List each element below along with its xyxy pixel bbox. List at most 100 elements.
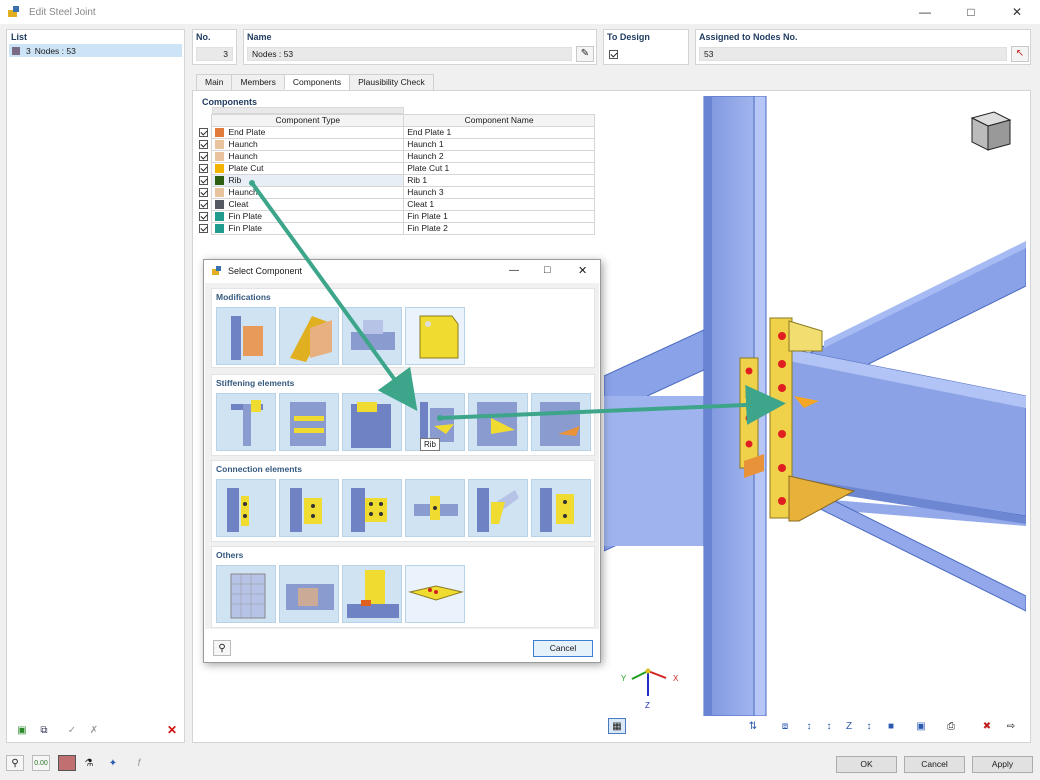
- isometric-view-icon[interactable]: ⧈: [776, 718, 794, 734]
- component-type-cell[interactable]: End Plate: [211, 126, 405, 139]
- tab-components[interactable]: Components: [283, 74, 351, 90]
- base-connection-tile[interactable]: [531, 479, 591, 537]
- bracing-connection-tile[interactable]: [468, 479, 528, 537]
- to-design-checkbox[interactable]: [609, 50, 618, 59]
- tab-members[interactable]: Members: [231, 74, 285, 90]
- haunch-tile[interactable]: [342, 307, 402, 365]
- mesh-tile[interactable]: [216, 565, 276, 623]
- view-settings-icon[interactable]: ✦: [104, 755, 122, 771]
- component-type-cell[interactable]: Haunch: [211, 138, 405, 151]
- row-checkbox[interactable]: [199, 176, 208, 186]
- view-y-icon[interactable]: ↕: [820, 718, 838, 734]
- col-component-type[interactable]: Component Type: [211, 114, 405, 127]
- component-type-cell[interactable]: Fin Plate: [211, 222, 405, 235]
- component-name-cell[interactable]: Fin Plate 2: [403, 222, 595, 235]
- cancel-button[interactable]: Cancel: [904, 756, 965, 773]
- table-row[interactable]: Fin Plate Fin Plate 1: [197, 210, 595, 223]
- row-checkbox[interactable]: [199, 200, 208, 210]
- view-minus-z-icon[interactable]: ↕: [860, 718, 878, 734]
- base-plate-tile[interactable]: [342, 565, 402, 623]
- end-plate-tile[interactable]: [216, 307, 276, 365]
- table-row[interactable]: Haunch Haunch 3: [197, 186, 595, 199]
- component-name-cell[interactable]: Cleat 1: [403, 198, 595, 211]
- table-row[interactable]: Fin Plate Fin Plate 2: [197, 222, 595, 235]
- uncheck-all-icon[interactable]: ✗: [85, 722, 103, 738]
- dialog-minimize-button[interactable]: —: [509, 265, 519, 276]
- table-row[interactable]: Cleat Cleat 1: [197, 198, 595, 211]
- table-row[interactable]: End Plate End Plate 1: [197, 126, 595, 139]
- backing-plate-tile[interactable]: [531, 393, 591, 451]
- plate-cut-tile[interactable]: [279, 307, 339, 365]
- beam-block-tile[interactable]: [279, 565, 339, 623]
- view-z-icon[interactable]: Z: [840, 718, 858, 734]
- row-checkbox[interactable]: [199, 152, 208, 162]
- row-checkbox[interactable]: [199, 164, 208, 174]
- component-name-cell[interactable]: Fin Plate 1: [403, 210, 595, 223]
- units-icon[interactable]: 0.00: [32, 755, 50, 771]
- component-name-cell[interactable]: Haunch 2: [403, 150, 595, 163]
- reset-view-icon[interactable]: ✖: [978, 718, 996, 734]
- dialog-cancel-button[interactable]: Cancel: [533, 640, 593, 657]
- dialog-close-button[interactable]: ✕: [578, 264, 587, 277]
- axis-view-icon[interactable]: ⇅: [744, 718, 762, 734]
- web-stiffener-tile[interactable]: [279, 393, 339, 451]
- component-type-cell[interactable]: Fin Plate: [211, 210, 405, 223]
- copy-item-icon[interactable]: ⧉: [35, 722, 53, 738]
- table-row[interactable]: Haunch Haunch 2: [197, 150, 595, 163]
- dialog-maximize-button[interactable]: □: [544, 264, 551, 276]
- minimize-button[interactable]: —: [902, 0, 948, 24]
- member-icon[interactable]: ⚗: [80, 755, 98, 771]
- section-view-icon[interactable]: ▣: [912, 718, 930, 734]
- component-name-cell[interactable]: Haunch 3: [403, 186, 595, 199]
- row-checkbox[interactable]: [199, 212, 208, 222]
- col-component-name[interactable]: Component Name: [403, 114, 595, 127]
- view-x-icon[interactable]: ↕: [800, 718, 818, 734]
- check-all-icon[interactable]: ✓: [63, 722, 81, 738]
- delete-icon[interactable]: ✕: [163, 722, 181, 738]
- display-mode-icon[interactable]: ■: [882, 718, 900, 734]
- stiffener-tile[interactable]: [216, 393, 276, 451]
- row-checkbox[interactable]: [199, 140, 208, 150]
- tab-plausibility-check[interactable]: Plausibility Check: [349, 74, 434, 90]
- component-type-cell[interactable]: Haunch: [211, 150, 405, 163]
- maximize-button[interactable]: □: [948, 0, 994, 24]
- table-row[interactable]: Plate Cut Plate Cut 1: [197, 162, 595, 175]
- close-button[interactable]: ✕: [994, 0, 1040, 24]
- ok-button[interactable]: OK: [836, 756, 897, 773]
- edit-name-icon[interactable]: ✎: [576, 46, 594, 62]
- table-row[interactable]: Haunch Haunch 1: [197, 138, 595, 151]
- formula-icon[interactable]: f: [130, 755, 148, 771]
- assigned-nodes-field[interactable]: 53: [699, 47, 1007, 61]
- splice-plate-tile[interactable]: [342, 479, 402, 537]
- component-type-cell[interactable]: Cleat: [211, 198, 405, 211]
- connector-plate-tile[interactable]: [405, 565, 465, 623]
- component-name-cell[interactable]: Haunch 1: [403, 138, 595, 151]
- render-mode-icon[interactable]: ▦: [608, 718, 626, 734]
- row-checkbox[interactable]: [199, 128, 208, 138]
- search-icon[interactable]: ⚲: [6, 755, 24, 771]
- export-icon[interactable]: ⇨: [1002, 718, 1020, 734]
- end-plate-connection-tile[interactable]: [279, 479, 339, 537]
- cleat-tile[interactable]: [405, 307, 465, 365]
- diagonal-stiffener-tile[interactable]: [468, 393, 528, 451]
- table-row[interactable]: Rib Rib 1: [197, 174, 595, 187]
- component-type-cell[interactable]: Haunch: [211, 186, 405, 199]
- row-checkbox[interactable]: [199, 188, 208, 198]
- color-icon[interactable]: [58, 755, 76, 771]
- dialog-help-icon[interactable]: ⚲: [213, 640, 231, 656]
- fin-plate-tile[interactable]: [216, 479, 276, 537]
- component-name-cell[interactable]: Plate Cut 1: [403, 162, 595, 175]
- pick-nodes-icon[interactable]: ↖: [1011, 46, 1029, 62]
- component-name-cell[interactable]: End Plate 1: [403, 126, 595, 139]
- apply-button[interactable]: Apply: [972, 756, 1033, 773]
- name-field[interactable]: Nodes : 53: [247, 47, 572, 61]
- column-plate-tile[interactable]: [342, 393, 402, 451]
- component-type-cell[interactable]: Plate Cut: [211, 162, 405, 175]
- print-icon[interactable]: ⎙: [942, 718, 960, 734]
- component-name-cell[interactable]: Rib 1: [403, 174, 595, 187]
- component-type-cell[interactable]: Rib: [211, 174, 405, 187]
- tab-main[interactable]: Main: [196, 74, 233, 90]
- no-field[interactable]: 3: [196, 47, 233, 61]
- view-cube-icon[interactable]: [966, 108, 1014, 154]
- list-item[interactable]: 3 Nodes : 53: [9, 44, 182, 57]
